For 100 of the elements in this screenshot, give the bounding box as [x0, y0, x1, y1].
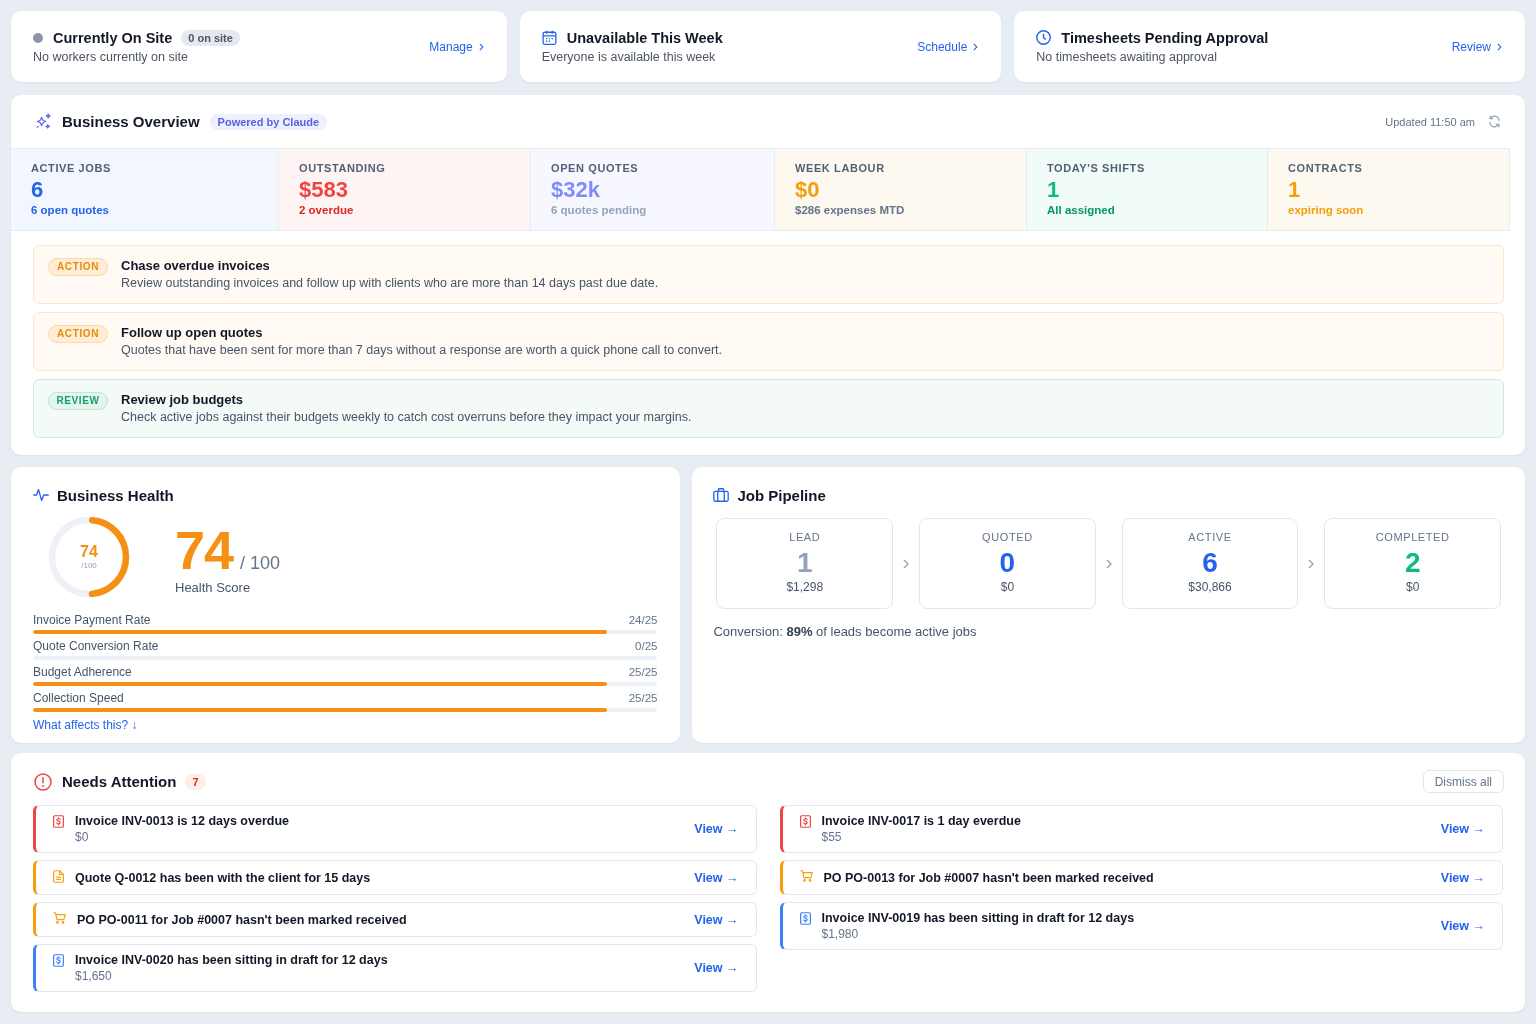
- affects-link[interactable]: What affects this? ↓: [33, 718, 138, 733]
- stage-count: 2: [1404, 548, 1421, 578]
- card-subtitle: No workers currently on site: [33, 48, 189, 65]
- alert-item[interactable]: PO PO-0011 for Job #0007 hasn't been marked received View →: [33, 902, 757, 937]
- view-link[interactable]: View →: [1440, 822, 1485, 836]
- stat-note: All assigned: [1047, 203, 1116, 217]
- card-subtitle: Everyone is available this week: [541, 48, 717, 65]
- metric-label: Quote Conversion Rate: [33, 638, 159, 653]
- sparkle-icon: [35, 113, 52, 130]
- stat-note: 6 open quotes: [31, 203, 110, 217]
- card-link[interactable]: Schedule: [917, 39, 979, 54]
- card-subtitle: No timesheets awaiting approval: [1036, 48, 1218, 65]
- alert-title: PO PO-0011 for Job #0007 hasn't been marked received: [77, 911, 408, 928]
- stat-note: 2 overdue: [299, 203, 355, 217]
- stage-amount: $1,298: [786, 580, 824, 595]
- stat-value: 6: [31, 177, 45, 203]
- view-link[interactable]: View →: [694, 961, 739, 975]
- alert-title: Quote Q-0012 has been with the client for 15 days: [75, 869, 372, 886]
- updated-time: Updated 11:50 am: [1385, 115, 1475, 128]
- stat-value: 1: [1288, 177, 1302, 203]
- stage-count: 0: [999, 548, 1016, 578]
- section-title: Business Health: [57, 486, 174, 504]
- stat-value: $0: [795, 177, 821, 203]
- alert-title: Invoice INV-0019 has been sitting in draft for 12 days: [821, 910, 1136, 926]
- briefcase-icon: [713, 488, 730, 502]
- stat-value: $32k: [551, 177, 601, 203]
- metric-value: 25/25: [628, 665, 658, 678]
- category-tag: ACTION: [48, 325, 108, 343]
- alert-icon: [34, 772, 52, 791]
- insight-title: Review job budgets: [121, 391, 245, 408]
- stat-label: CONTRACTS: [1288, 161, 1364, 175]
- stat-note: expiring soon: [1288, 203, 1365, 217]
- metric-value: 24/25: [628, 613, 658, 626]
- dismiss-button[interactable]: Dismiss all: [1422, 770, 1504, 793]
- card-title: Timesheets Pending Approval: [1061, 28, 1269, 47]
- alert-amount: $1,980: [821, 926, 860, 942]
- view-link[interactable]: View →: [1440, 870, 1485, 885]
- stat-label: WEEK LABOUR: [795, 161, 886, 175]
- stat-label: ACTIVE JOBS: [31, 161, 112, 175]
- gauge-value: 74: [80, 543, 98, 561]
- alert-item[interactable]: Invoice INV-0020 has been sitting in draft for 12 days $1,650 View →: [33, 944, 757, 992]
- stage-label: LEAD: [789, 530, 821, 544]
- insight-title: Chase overdue invoices: [121, 257, 271, 274]
- stage-label: QUOTED: [982, 530, 1033, 544]
- section-title: Needs Attention: [62, 773, 177, 790]
- alert-item[interactable]: Quote Q-0012 has been with the client for 15 days View →: [33, 860, 757, 895]
- view-link[interactable]: View →: [694, 822, 739, 836]
- stage-amount: $0: [1406, 580, 1420, 595]
- metric-value: 25/25: [628, 691, 658, 704]
- stage-amount: $30,866: [1188, 580, 1232, 595]
- calendar-icon: [541, 30, 557, 45]
- insight-text: Quotes that have been sent for more than 7 days without a response are worth a quick phone call to convert.: [121, 342, 723, 359]
- score-max: / 100: [240, 552, 281, 574]
- stage-label: ACTIVE: [1188, 530, 1232, 544]
- stat-label: TODAY'S SHIFTS: [1047, 161, 1146, 175]
- conversion-text: Conversion: 89% of leads become active jobs: [713, 624, 978, 640]
- count-pill: 7: [185, 773, 206, 790]
- chevron-icon: [973, 42, 979, 51]
- alert-amount: $0: [75, 829, 90, 845]
- stat-note: $286 expenses MTD: [795, 203, 906, 217]
- metric-value: 0/25: [635, 639, 658, 652]
- category-tag: ACTION: [48, 258, 108, 276]
- score-caption: Health Score: [175, 579, 252, 596]
- status-pill: 0 on site: [181, 29, 240, 46]
- view-link[interactable]: View →: [1440, 919, 1485, 933]
- insight-text: Check active jobs against their budgets weekly to catch cost overruns before they impact your margins.: [121, 409, 692, 426]
- section-title: Business Overview: [62, 113, 200, 130]
- clock-icon: [1036, 30, 1052, 45]
- stat-value: $583: [299, 177, 349, 203]
- metric-label: Invoice Payment Rate: [33, 612, 151, 627]
- stage-label: COMPLETED: [1375, 530, 1450, 544]
- alert-title: Invoice INV-0020 has been sitting in draft for 12 days: [75, 952, 389, 968]
- alert-item[interactable]: Invoice INV-0017 is 1 day everdue $55 View →: [779, 805, 1503, 853]
- category-tag: REVIEW: [48, 392, 108, 410]
- metric-label: Collection Speed: [33, 690, 124, 705]
- stat-label: OPEN QUOTES: [551, 161, 640, 175]
- stage-count: 1: [796, 548, 813, 578]
- stat-note: 6 quotes pending: [551, 203, 648, 217]
- insight-text: Review outstanding invoices and follow up with clients who are more than 14 days past due date.: [121, 275, 659, 292]
- view-link[interactable]: View →: [694, 870, 739, 885]
- alert-amount: $55: [821, 829, 843, 845]
- alert-item[interactable]: PO PO-0013 for Job #0007 hasn't been marked received View →: [779, 860, 1503, 895]
- card-title: Unavailable This Week: [566, 28, 723, 47]
- refresh-icon[interactable]: [1488, 115, 1501, 128]
- alert-item[interactable]: Invoice INV-0013 is 12 days overdue $0 View →: [33, 805, 757, 853]
- view-link[interactable]: View →: [694, 912, 739, 927]
- chevron-icon: [903, 558, 910, 569]
- chevron-icon: [1308, 558, 1315, 569]
- stage-amount: $0: [1000, 580, 1015, 595]
- status-dot-icon: [33, 32, 43, 43]
- powered-by-tag: Powered by Claude: [209, 113, 328, 130]
- chevron-icon: [1497, 42, 1502, 51]
- card-link[interactable]: Manage: [429, 39, 484, 54]
- gauge-max: /100: [81, 561, 97, 571]
- card-link[interactable]: Review: [1451, 39, 1502, 54]
- alert-item[interactable]: Invoice INV-0019 has been sitting in draft for 12 days $1,980 View →: [779, 902, 1503, 950]
- stage-count: 6: [1202, 548, 1218, 578]
- chevron-icon: [478, 42, 484, 51]
- stat-value: 1: [1047, 177, 1061, 203]
- alert-title: PO PO-0013 for Job #0007 hasn't been marked received: [823, 869, 1155, 886]
